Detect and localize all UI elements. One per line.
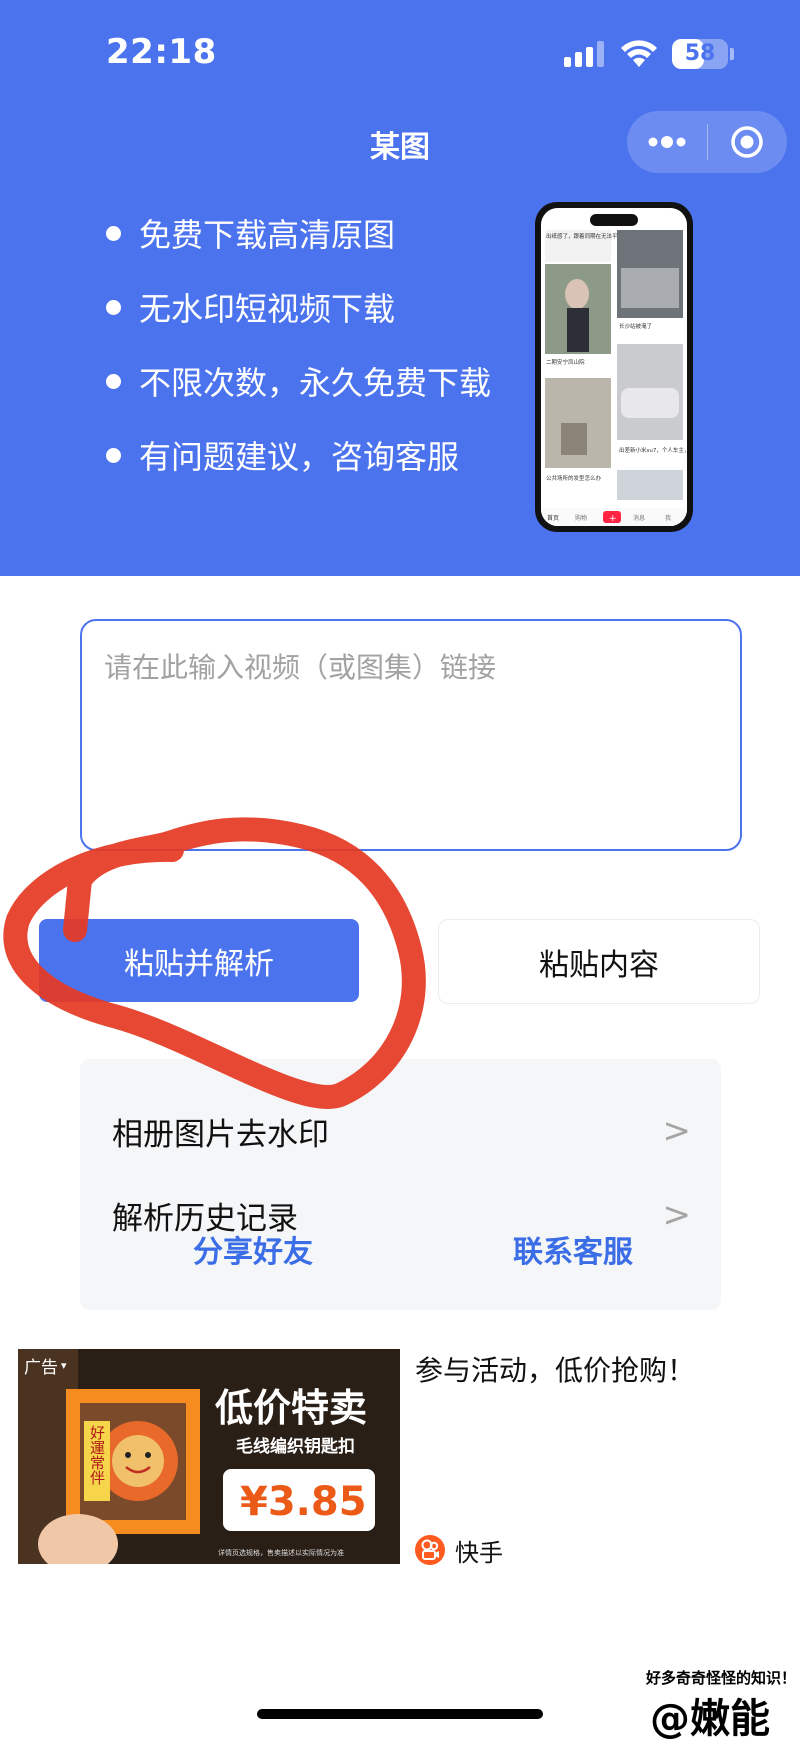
ad-headline: 低价特卖 [215,1386,367,1430]
feed-preview: 出纸感了，跟着同期在无法平静 二期安宁凤山院 公共场所的发型怎么办 长沙站被淹了… [541,208,687,526]
phone-mockup-image: 出纸感了，跟着同期在无法平静 二期安宁凤山院 公共场所的发型怎么办 长沙站被淹了… [535,202,693,532]
feature-text: 不限次数，永久免费下载 [139,364,492,402]
home-indicator [257,1709,543,1719]
status-icons: 58 [564,34,734,74]
status-time: 22:18 [106,32,217,72]
phone-caption-4: 出差新小米su7，个人车主，开车跑！ [619,446,687,454]
phone-nav-me: 我 [665,514,671,522]
phone-caption-2: 长沙站被淹了 [619,322,652,330]
ad-lucky-text: 好運常伴 [88,1425,106,1485]
ad-card[interactable]: 好運常伴 低价特卖 毛线编织钥匙扣 ¥3.85 详情页选规格，售卖描述以实际情况… [18,1349,800,1567]
battery-level: 58 [684,41,716,66]
phone-caption-3: 二期安宁凤山院 [546,358,585,366]
paste-and-parse-button[interactable]: 粘贴并解析 [39,919,359,1002]
ad-badge: 广告 ▾ [24,1353,67,1378]
target-icon [731,126,763,158]
mini-program-capsule [627,111,787,173]
more-button[interactable] [627,111,707,173]
dynamic-island [590,214,638,226]
menu-item-label: 相册图片去水印 [112,1116,329,1153]
ad-badge-label: 广告 [24,1358,58,1378]
contact-service-link[interactable]: 联系客服 [513,1209,633,1289]
battery-indicator: 58 [672,39,728,69]
wifi-icon [621,40,657,67]
feature-list: 免费下载高清原图 无水印短视频下载 不限次数，永久免费下载 有问题建议，咨询客服 [106,196,491,492]
feature-item: 免费下载高清原图 [106,196,491,270]
ad-artwork: 好運常伴 低价特卖 毛线编织钥匙扣 ¥3.85 详情页选规格，售卖描述以实际情况… [18,1349,400,1564]
ad-image[interactable]: 好運常伴 低价特卖 毛线编织钥匙扣 ¥3.85 详情页选规格，售卖描述以实际情况… [18,1349,400,1564]
feature-item: 有问题建议，咨询客服 [106,418,491,492]
more-dots-icon [648,136,686,148]
watermark-line2: @嫩能 [650,1696,770,1742]
phone-nav-add: + [609,514,617,524]
bullet-dot [106,447,121,463]
link-input[interactable]: 请在此输入视频（或图集）链接 [80,619,742,851]
hero-banner: 22:18 58 某图 免费下载高清原图 无水印短视频下载 不限次数，永久免费下… [0,0,800,576]
phone-nav-home: 首页 [547,514,559,522]
watermark-line1: 好多奇奇怪怪的知识！ [645,1669,796,1687]
signal-icon [564,41,604,67]
feature-text: 无水印短视频下载 [139,290,396,328]
bullet-dot [106,373,121,389]
phone-caption-1: 出纸感了，跟着同期在无法平静 [546,232,624,240]
feature-text: 有问题建议，咨询客服 [139,438,460,476]
paste-content-button[interactable]: 粘贴内容 [438,919,760,1004]
kuaishou-logo-icon [415,1535,445,1565]
link-input-placeholder: 请在此输入视频（或图集）链接 [104,651,497,684]
feature-item: 无水印短视频下载 [106,270,491,344]
menu-links: 分享好友 联系客服 [80,1209,721,1289]
chevron-down-icon: ▾ [61,1359,67,1372]
feature-item: 不限次数，永久免费下载 [106,344,491,418]
ad-caption: 参与活动，低价抢购！ [415,1354,696,1387]
phone-nav-shop: 购物 [575,514,587,522]
menu-item-remove-watermark[interactable]: 相册图片去水印 > [112,1101,691,1161]
ad-fine-print: 详情页选规格，售卖描述以实际情况为准 [218,1548,344,1557]
tools-panel: 相册图片去水印 > 解析历史记录 > 分享好友 联系客服 [80,1059,721,1310]
ad-source-name: 快手 [455,1538,503,1567]
bullet-dot [106,225,121,241]
phone-caption-5: 公共场所的发型怎么办 [546,474,602,482]
bullet-dot [106,299,121,315]
ad-price: ¥3.85 [240,1479,367,1525]
share-friends-link[interactable]: 分享好友 [193,1209,313,1289]
ad-subhead: 毛线编织钥匙扣 [236,1436,355,1457]
ad-source: 快手 [415,1534,503,1567]
phone-nav-msg: 消息 [633,514,645,522]
feature-text: 免费下载高清原图 [139,216,396,254]
phone-screen: 出纸感了，跟着同期在无法平静 二期安宁凤山院 公共场所的发型怎么办 长沙站被淹了… [541,208,687,526]
close-mini-program-button[interactable] [708,111,788,173]
battery-tip [730,48,734,60]
chevron-right-icon: > [662,1111,692,1151]
